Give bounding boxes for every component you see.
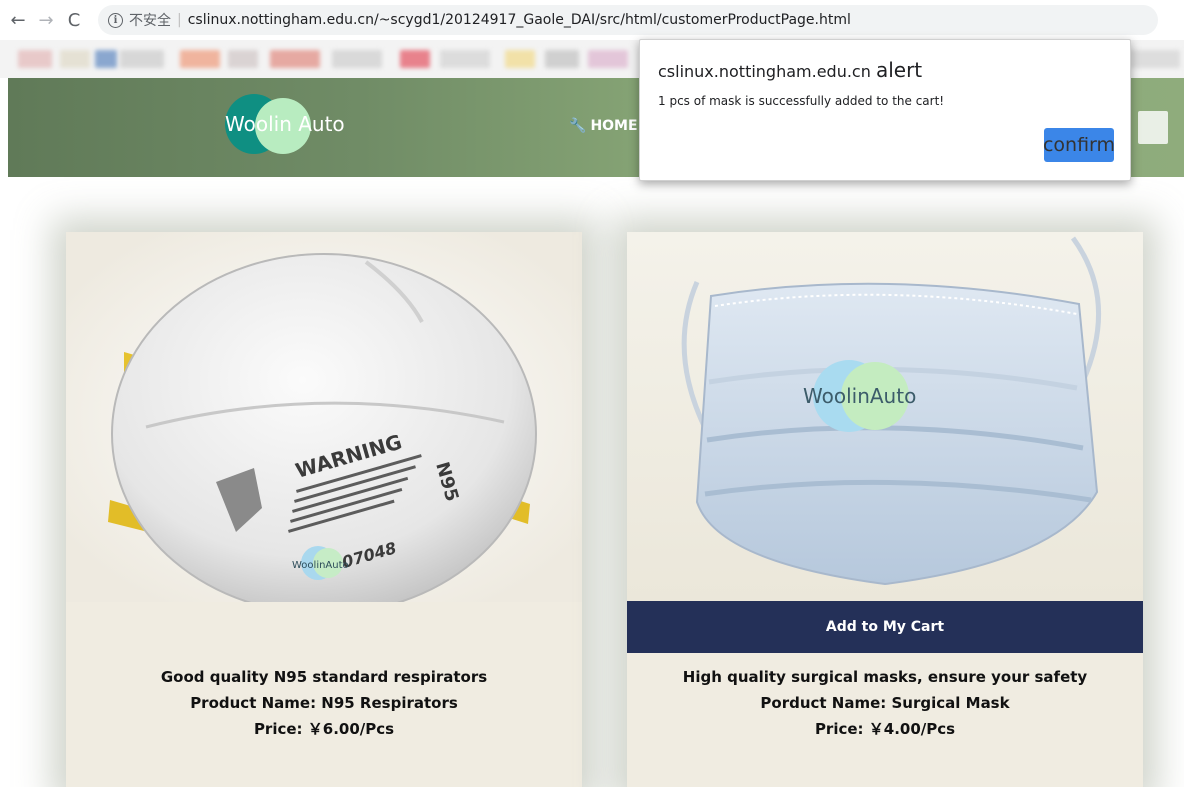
nav-home-label: HOME [590, 118, 638, 134]
bookmark-item[interactable] [60, 50, 90, 68]
bookmark-item[interactable] [1130, 50, 1180, 68]
bookmark-item[interactable] [95, 50, 117, 68]
alert-origin: cslinux.nottingham.edu.cn [658, 62, 871, 81]
bookmark-item[interactable] [440, 50, 490, 68]
logo-text: Woolin Auto [225, 112, 345, 136]
reload-icon[interactable]: C [60, 6, 88, 34]
product-name: Porduct Name: Surgical Mask [760, 694, 1010, 712]
product-card-n95: WARNING N95 07048 WoolinAuto Good qualit… [66, 232, 582, 787]
forward-arrow-icon[interactable]: → [32, 6, 60, 34]
product-image-n95[interactable]: WARNING N95 07048 WoolinAuto [66, 232, 582, 602]
product-description: Good quality N95 standard respirators [160, 668, 488, 686]
product-price: Price: ￥4.00/Pcs [814, 720, 956, 738]
confirm-button[interactable]: confirm [1043, 128, 1115, 162]
page-url: cslinux.nottingham.edu.cn/~scygd1/201249… [187, 12, 851, 28]
alert-title: cslinux.nottingham.edu.cn alert [658, 58, 922, 82]
alert-message: 1 pcs of mask is successfully added to t… [658, 94, 945, 108]
site-logo[interactable]: Woolin Auto [225, 94, 345, 160]
alert-keyword: alert [875, 58, 923, 82]
add-to-cart-button[interactable]: Add to My Cart [627, 601, 1143, 653]
product-info-n95: Good quality N95 standard respirators Pr… [66, 664, 582, 742]
bookmark-item[interactable] [505, 50, 535, 68]
bookmark-item[interactable] [228, 50, 258, 68]
header-menu-box[interactable] [1138, 111, 1168, 144]
alert-dialog: cslinux.nottingham.edu.cn alert 1 pcs of… [639, 39, 1131, 181]
bookmark-item[interactable] [18, 50, 52, 68]
back-arrow-icon[interactable]: ← [4, 6, 32, 34]
bookmark-item[interactable] [588, 50, 628, 68]
product-info-surgical: High quality surgical masks, ensure your… [627, 664, 1143, 742]
insecure-label: 不安全 [129, 13, 171, 29]
bookmark-item[interactable] [400, 50, 430, 68]
bookmark-item[interactable] [180, 50, 220, 68]
bookmark-item[interactable] [332, 50, 382, 68]
watermark-text: WoolinAuto [803, 384, 916, 408]
address-bar[interactable]: i 不安全 | cslinux.nottingham.edu.cn/~scygd… [98, 5, 1158, 35]
product-price: Price: ￥6.00/Pcs [253, 720, 395, 738]
wrench-icon: 🔧 [569, 118, 587, 134]
bookmark-item[interactable] [545, 50, 579, 68]
address-separator: | [177, 12, 182, 28]
bookmark-item[interactable] [120, 50, 164, 68]
info-icon[interactable]: i [108, 12, 123, 28]
product-image-surgical[interactable]: WoolinAuto [627, 232, 1143, 602]
bookmark-item[interactable] [270, 50, 320, 68]
browser-toolbar: ← → C i 不安全 | cslinux.nottingham.edu.cn/… [0, 0, 1184, 40]
product-card-surgical: WoolinAuto Add to My Cart High quality s… [627, 232, 1143, 787]
product-name: Product Name: N95 Respirators [190, 694, 458, 712]
watermark-text: WoolinAuto [292, 560, 349, 571]
product-description: High quality surgical masks, ensure your… [682, 668, 1088, 686]
nav-home-link[interactable]: 🔧 HOME [569, 118, 638, 134]
